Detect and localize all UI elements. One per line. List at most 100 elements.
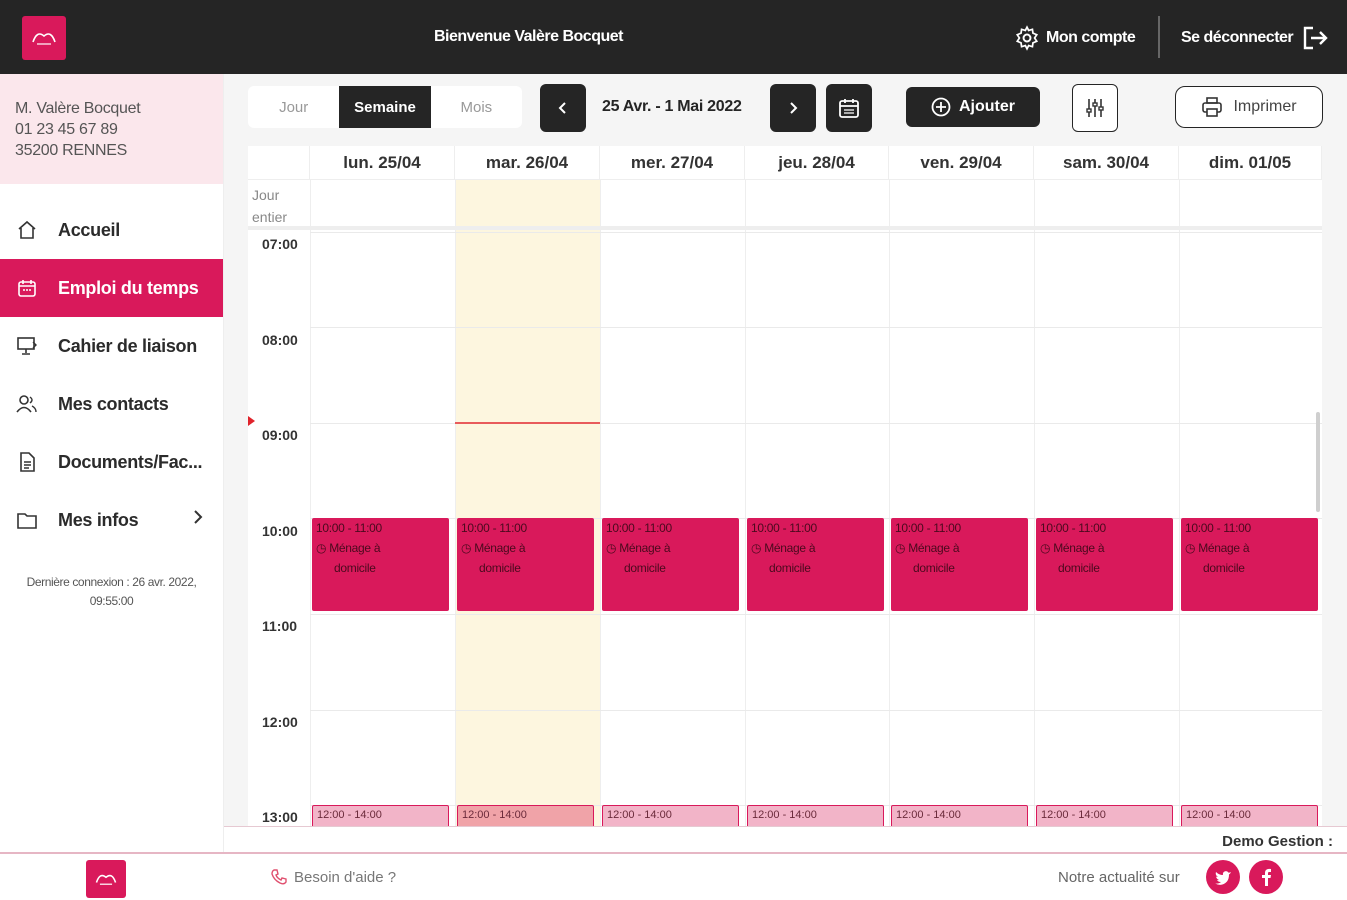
calendar-event[interactable]: 12:00 - 14:00	[312, 805, 449, 828]
sidebar-item-label: Mes infos	[58, 509, 139, 530]
calendar-scrollbar[interactable]	[1316, 412, 1320, 512]
sidebar-item-label: Accueil	[58, 219, 120, 240]
sidebar-item-label: Mes contacts	[58, 393, 169, 414]
twitter-button[interactable]	[1206, 860, 1240, 894]
tab-semaine[interactable]: Semaine	[339, 86, 431, 128]
calendar-event[interactable]: 12:00 - 14:00	[457, 805, 594, 828]
sidebar-item-mes-infos[interactable]: Mes infos	[0, 491, 223, 549]
calendar-event[interactable]: 10:00 - 11:00 ◷ Ménage à domicile	[747, 518, 884, 611]
twitter-icon	[1215, 871, 1231, 885]
print-button[interactable]: Imprimer	[1175, 86, 1323, 128]
logout-label: Se déconnecter	[1181, 29, 1294, 46]
event-title-line1: ◷ Ménage à	[1185, 538, 1314, 558]
hour-line	[310, 710, 1322, 711]
clock-icon: ◷	[1040, 541, 1051, 555]
logo-icon	[95, 874, 117, 885]
tab-jour[interactable]: Jour	[248, 86, 339, 128]
contacts-icon	[16, 393, 38, 415]
help-label: Besoin d'aide ?	[294, 868, 397, 886]
hour-line	[310, 232, 1322, 233]
week-calendar: lun. 25/04 mar. 26/04 mer. 27/04 jeu. 28…	[248, 146, 1322, 828]
previous-week-button[interactable]	[540, 84, 586, 132]
event-time: 12:00 - 14:00	[1041, 809, 1106, 821]
all-day-label: Jour entier	[252, 184, 287, 228]
day-header[interactable]: mer. 27/04	[600, 146, 745, 180]
day-divider	[455, 180, 456, 828]
sidebar-item-mes-contacts[interactable]: Mes contacts	[0, 375, 223, 433]
hour-label: 08:00	[262, 332, 298, 348]
sidebar-item-documents[interactable]: Documents/Fac...	[0, 433, 223, 491]
calendar-icon	[16, 277, 38, 299]
calendar-event[interactable]: 12:00 - 14:00	[602, 805, 739, 828]
event-title-line2: domicile	[624, 561, 666, 575]
date-picker-button[interactable]	[826, 84, 872, 132]
footer-logo[interactable]	[86, 860, 126, 898]
monitor-icon	[16, 335, 38, 357]
day-header[interactable]: jeu. 28/04	[745, 146, 889, 180]
sidebar-item-emploi-du-temps[interactable]: Emploi du temps	[0, 259, 223, 317]
event-title: Ménage à	[908, 541, 960, 555]
calendar-event[interactable]: 10:00 - 11:00 ◷ Ménage à domicile	[457, 518, 594, 611]
event-time: 12:00 - 14:00	[896, 809, 961, 821]
event-time: 10:00 - 11:00	[1040, 521, 1106, 535]
next-week-button[interactable]	[770, 84, 816, 132]
help-link[interactable]: Besoin d'aide ?	[270, 868, 396, 886]
event-title-line2: domicile	[1058, 561, 1100, 575]
last-connection-time: 09:55:00	[89, 594, 134, 608]
clock-icon: ◷	[751, 541, 762, 555]
calendar-event[interactable]: 12:00 - 14:00	[1181, 805, 1318, 828]
clock-icon: ◷	[316, 541, 327, 555]
event-title: Ménage à	[619, 541, 671, 555]
event-title-line1: ◷ Ménage à	[895, 538, 1024, 558]
hour-label: 07:00	[262, 236, 298, 252]
calendar-event[interactable]: 12:00 - 14:00	[891, 805, 1028, 828]
plus-circle-icon	[931, 97, 951, 117]
current-time-marker	[248, 416, 255, 426]
calendar-event[interactable]: 10:00 - 11:00 ◷ Ménage à domicile	[891, 518, 1028, 611]
calendar-icon	[839, 99, 859, 118]
filter-button[interactable]	[1072, 84, 1118, 132]
all-day-row[interactable]	[248, 180, 1322, 230]
day-header[interactable]: mar. 26/04	[455, 146, 600, 180]
hour-label: 09:00	[262, 427, 298, 443]
user-info: M. Valère Bocquet 01 23 45 67 89 35200 R…	[0, 74, 223, 184]
hour-line	[310, 614, 1322, 615]
hour-label: 11:00	[262, 618, 298, 634]
day-header[interactable]: ven. 29/04	[889, 146, 1034, 180]
calendar-event[interactable]: 10:00 - 11:00 ◷ Ménage à domicile	[312, 518, 449, 611]
event-time: 12:00 - 14:00	[1186, 809, 1251, 821]
event-time: 10:00 - 11:00	[606, 521, 672, 535]
add-button[interactable]: Ajouter	[906, 87, 1040, 127]
logout-icon	[1303, 26, 1328, 50]
news-label: Notre actualité sur	[1058, 869, 1180, 886]
current-time-line	[455, 422, 600, 424]
sidebar-item-cahier-de-liaison[interactable]: Cahier de liaison	[0, 317, 223, 375]
calendar-event[interactable]: 10:00 - 11:00 ◷ Ménage à domicile	[1181, 518, 1318, 611]
calendar-event[interactable]: 10:00 - 11:00 ◷ Ménage à domicile	[1036, 518, 1173, 611]
hour-label: 13:00	[262, 809, 298, 825]
account-button[interactable]: Mon compte	[1014, 24, 1136, 52]
day-divider	[889, 180, 890, 828]
tab-mois[interactable]: Mois	[431, 86, 522, 128]
calendar-event[interactable]: 12:00 - 14:00	[747, 805, 884, 828]
sidebar-item-label: Documents/Fac...	[58, 451, 203, 472]
day-header[interactable]: dim. 01/05	[1179, 146, 1322, 180]
brand-logo[interactable]	[22, 16, 66, 60]
header-divider	[1158, 16, 1160, 58]
day-divider	[1034, 180, 1035, 828]
last-connection-date: Dernière connexion : 26 avr. 2022,	[26, 575, 197, 589]
event-title: Ménage à	[1053, 541, 1105, 555]
demo-label: Demo Gestion :	[1222, 833, 1333, 850]
user-city: 35200 RENNES	[15, 142, 128, 159]
calendar-event[interactable]: 12:00 - 14:00	[1036, 805, 1173, 828]
logout-button[interactable]: Se déconnecter	[1181, 24, 1329, 52]
day-header[interactable]: lun. 25/04	[310, 146, 455, 180]
event-time: 10:00 - 11:00	[316, 521, 382, 535]
day-header[interactable]: sam. 30/04	[1034, 146, 1179, 180]
sidebar-item-accueil[interactable]: Accueil	[0, 201, 223, 259]
calendar-event[interactable]: 10:00 - 11:00 ◷ Ménage à domicile	[602, 518, 739, 611]
date-range: 25 Avr. - 1 Mai 2022	[602, 98, 742, 115]
facebook-button[interactable]	[1249, 860, 1283, 894]
phone-icon	[271, 869, 287, 885]
sidebar-item-label: Cahier de liaison	[58, 335, 197, 356]
